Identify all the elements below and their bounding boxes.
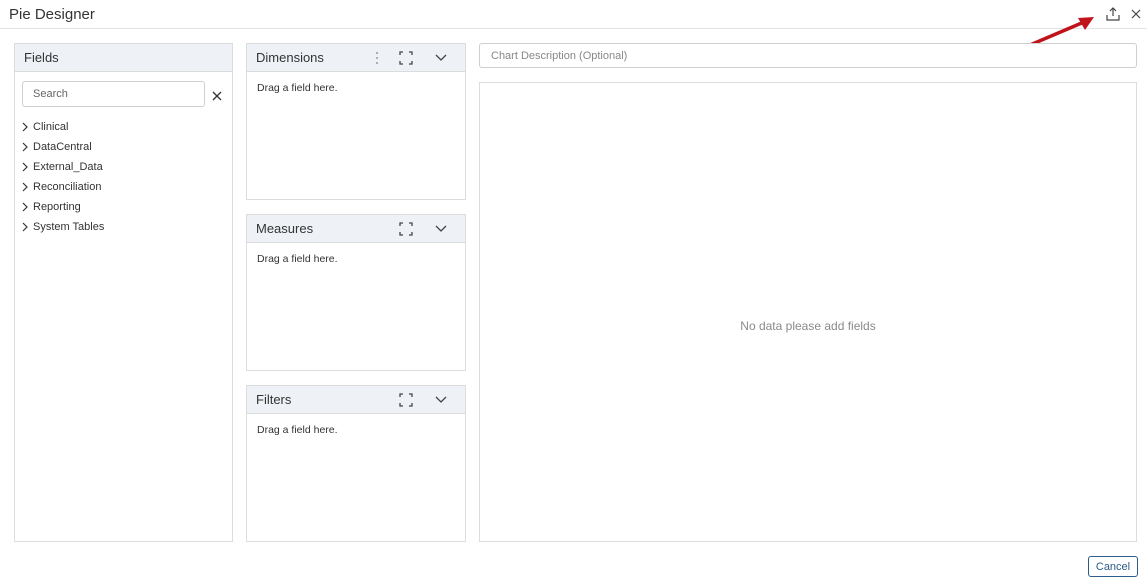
tree-item-system-tables[interactable]: System Tables: [20, 217, 104, 237]
tree-item-external-data[interactable]: External_Data: [20, 157, 104, 177]
measures-panel-title: Measures: [256, 221, 314, 236]
chevron-right-icon: [22, 182, 28, 192]
chevron-right-icon: [22, 122, 28, 132]
expand-icon[interactable]: [398, 50, 414, 66]
chevron-down-icon[interactable]: [433, 392, 449, 408]
upload-icon[interactable]: [1104, 5, 1122, 23]
window-title: Pie Designer: [9, 6, 95, 23]
filters-panel-header: Filters: [247, 386, 465, 414]
measures-drop-hint: Drag a field here.: [257, 253, 338, 265]
chevron-right-icon: [22, 222, 28, 232]
tree-item-clinical[interactable]: Clinical: [20, 117, 104, 137]
empty-chart-message: No data please add fields: [740, 319, 876, 333]
fields-panel-title: Fields: [24, 50, 59, 65]
close-icon[interactable]: [1127, 5, 1145, 23]
chevron-down-icon[interactable]: [433, 221, 449, 237]
dimensions-panel-header: Dimensions: [247, 44, 465, 72]
tree-item-label: Reporting: [33, 201, 81, 213]
tree-item-reporting[interactable]: Reporting: [20, 197, 104, 217]
field-tree: Clinical DataCentral External_Data Recon…: [20, 117, 104, 237]
dimensions-panel[interactable]: Dimensions Drag a field here.: [246, 43, 466, 200]
measures-panel-header: Measures: [247, 215, 465, 243]
title-bar: Pie Designer: [0, 0, 1147, 29]
fields-panel-header: Fields: [15, 44, 232, 72]
dimensions-panel-title: Dimensions: [256, 50, 324, 65]
expand-icon[interactable]: [398, 392, 414, 408]
chevron-right-icon: [22, 142, 28, 152]
expand-icon[interactable]: [398, 221, 414, 237]
chevron-right-icon: [22, 202, 28, 212]
dimensions-drop-hint: Drag a field here.: [257, 82, 338, 94]
chart-preview-area: No data please add fields: [479, 82, 1137, 542]
filters-panel-title: Filters: [256, 392, 292, 407]
chevron-right-icon: [22, 162, 28, 172]
more-vertical-icon[interactable]: [369, 50, 385, 66]
measures-panel[interactable]: Measures Drag a field here.: [246, 214, 466, 371]
tree-item-reconciliation[interactable]: Reconciliation: [20, 177, 104, 197]
tree-item-datacentral[interactable]: DataCentral: [20, 137, 104, 157]
search-input[interactable]: [22, 81, 205, 107]
tree-item-label: External_Data: [33, 161, 103, 173]
tree-item-label: Clinical: [33, 121, 69, 133]
tree-item-label: Reconciliation: [33, 181, 102, 193]
tree-item-label: System Tables: [33, 221, 105, 233]
clear-search-icon[interactable]: [211, 89, 223, 101]
tree-item-label: DataCentral: [33, 141, 92, 153]
filters-drop-hint: Drag a field here.: [257, 424, 338, 436]
fields-panel: Fields Clinical DataCentral External_Dat…: [14, 43, 233, 542]
chevron-down-icon[interactable]: [433, 50, 449, 66]
cancel-button[interactable]: Cancel: [1088, 556, 1138, 577]
chart-description-input[interactable]: [479, 43, 1137, 68]
filters-panel[interactable]: Filters Drag a field here.: [246, 385, 466, 542]
